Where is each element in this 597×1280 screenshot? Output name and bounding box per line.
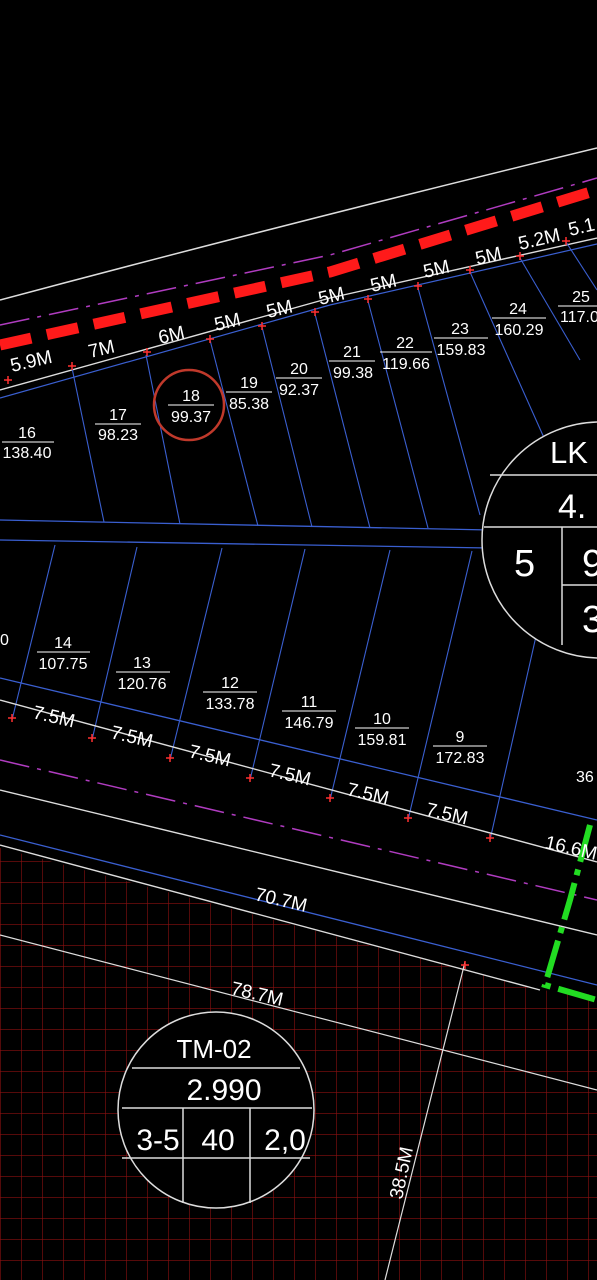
svg-text:138.40: 138.40 [3, 445, 52, 462]
cad-drawing: 5.9M 7M 6M 5M 5M 5M 5M 5M 5M 5.2M 5.1 16… [0, 147, 597, 1280]
top-frontage-dims: 5.9M 7M 6M 5M 5M 5M 5M 5M 5M 5.2M 5.1 [8, 214, 596, 376]
lot-18: 18 99.37 [168, 388, 214, 426]
svg-text:21: 21 [343, 344, 361, 361]
svg-text:9: 9 [456, 729, 465, 746]
svg-text:159.81: 159.81 [358, 732, 407, 749]
lot-23: 23 159.83 [434, 321, 488, 359]
svg-text:16: 16 [18, 425, 36, 442]
lot-9: 9 172.83 [433, 729, 487, 767]
dim-top-5: 5M [316, 283, 346, 309]
lot-10: 10 159.81 [355, 711, 409, 749]
bottom-lots: 0 14 107.75 13 120.76 12 133.78 11 146.7… [0, 632, 594, 786]
dim-top-10: 5.1 [566, 214, 596, 240]
lot-19: 19 85.38 [226, 375, 272, 413]
dim-bottom-1: 7.5M [109, 722, 155, 752]
lot-22: 22 119.66 [380, 335, 432, 373]
dim-top-6: 5M [368, 270, 398, 296]
dim-top-3: 5M [212, 309, 242, 335]
svg-text:12: 12 [221, 675, 239, 692]
lot-edge-label: 36 [576, 769, 594, 786]
lot-16: 16 138.40 [2, 425, 54, 462]
block-tm-area: 2.990 [186, 1074, 261, 1107]
lot-24: 24 160.29 [492, 301, 546, 339]
lot-17: 17 98.23 [95, 407, 141, 444]
alley-line-2 [0, 539, 491, 549]
dim-top-0: 5.9M [8, 347, 54, 377]
svg-text:24: 24 [509, 301, 527, 318]
svg-text:133.78: 133.78 [206, 696, 255, 713]
svg-text:17: 17 [109, 407, 127, 424]
dim-bottom-3: 7.5M [267, 760, 313, 790]
svg-text:160.29: 160.29 [495, 322, 544, 339]
lot-11: 11 146.79 [282, 694, 336, 732]
svg-text:172.83: 172.83 [436, 750, 485, 767]
svg-text:85.38: 85.38 [229, 396, 269, 413]
frontage-line-bottom-blue [0, 677, 597, 821]
block-lk-area: 4. [558, 488, 586, 526]
svg-text:25: 25 [572, 289, 590, 306]
dim-top-4: 5M [264, 296, 294, 322]
block-lk-name: LK [550, 435, 588, 470]
block-lk-floors: 5 [514, 543, 535, 585]
dim-top-7: 5M [421, 256, 451, 282]
svg-text:119.66: 119.66 [382, 356, 430, 373]
svg-text:146.79: 146.79 [285, 715, 334, 732]
dim-bottom-0: 7.5M [31, 702, 77, 732]
svg-text:99.38: 99.38 [333, 365, 373, 382]
alley-line-1 [0, 519, 491, 531]
svg-text:99.37: 99.37 [171, 409, 211, 426]
svg-text:92.37: 92.37 [279, 382, 319, 399]
svg-text:159.83: 159.83 [437, 342, 486, 359]
svg-text:107.75: 107.75 [39, 656, 88, 673]
svg-text:98.23: 98.23 [98, 427, 138, 444]
block-tm-far: 2,0 [264, 1124, 306, 1157]
lot-partial-label: 0 [0, 632, 9, 649]
svg-text:10: 10 [373, 711, 391, 728]
dim-top-9: 5.2M [516, 225, 562, 255]
block-tm-density: 40 [201, 1124, 234, 1157]
lot-12: 12 133.78 [203, 675, 257, 713]
dim-road-70: 70.7M [253, 884, 309, 916]
lot-14: 14 107.75 [37, 635, 90, 673]
svg-text:18: 18 [182, 388, 200, 405]
centerline-top [0, 177, 597, 326]
block-tm-name: TM-02 [176, 1034, 251, 1064]
dim-bottom-2: 7.5M [187, 741, 233, 771]
lot-21: 21 99.38 [329, 344, 375, 382]
block-lk-density: 9 [582, 543, 597, 585]
svg-text:23: 23 [451, 321, 469, 338]
dim-bottom-5: 7.5M [424, 799, 470, 829]
dim-top-2: 6M [156, 322, 186, 348]
svg-text:19: 19 [240, 375, 258, 392]
lot-25: 25 117.0 [558, 289, 597, 326]
svg-text:22: 22 [396, 335, 414, 352]
svg-text:13: 13 [133, 655, 151, 672]
lot-20: 20 92.37 [276, 361, 322, 399]
svg-text:20: 20 [290, 361, 308, 378]
svg-text:11: 11 [301, 694, 318, 711]
svg-text:117.0: 117.0 [560, 309, 597, 326]
top-lots: 16 138.40 17 98.23 18 99.37 19 85.38 20 … [2, 289, 597, 462]
svg-text:120.76: 120.76 [118, 676, 167, 693]
dim-bottom-4: 7.5M [345, 779, 391, 809]
lot-13: 13 120.76 [116, 655, 170, 693]
block-lk-far: 3 [582, 599, 597, 641]
bottom-lot-dividers [11, 544, 556, 841]
svg-text:14: 14 [54, 635, 72, 652]
block-tm-floors: 3-5 [136, 1124, 179, 1157]
